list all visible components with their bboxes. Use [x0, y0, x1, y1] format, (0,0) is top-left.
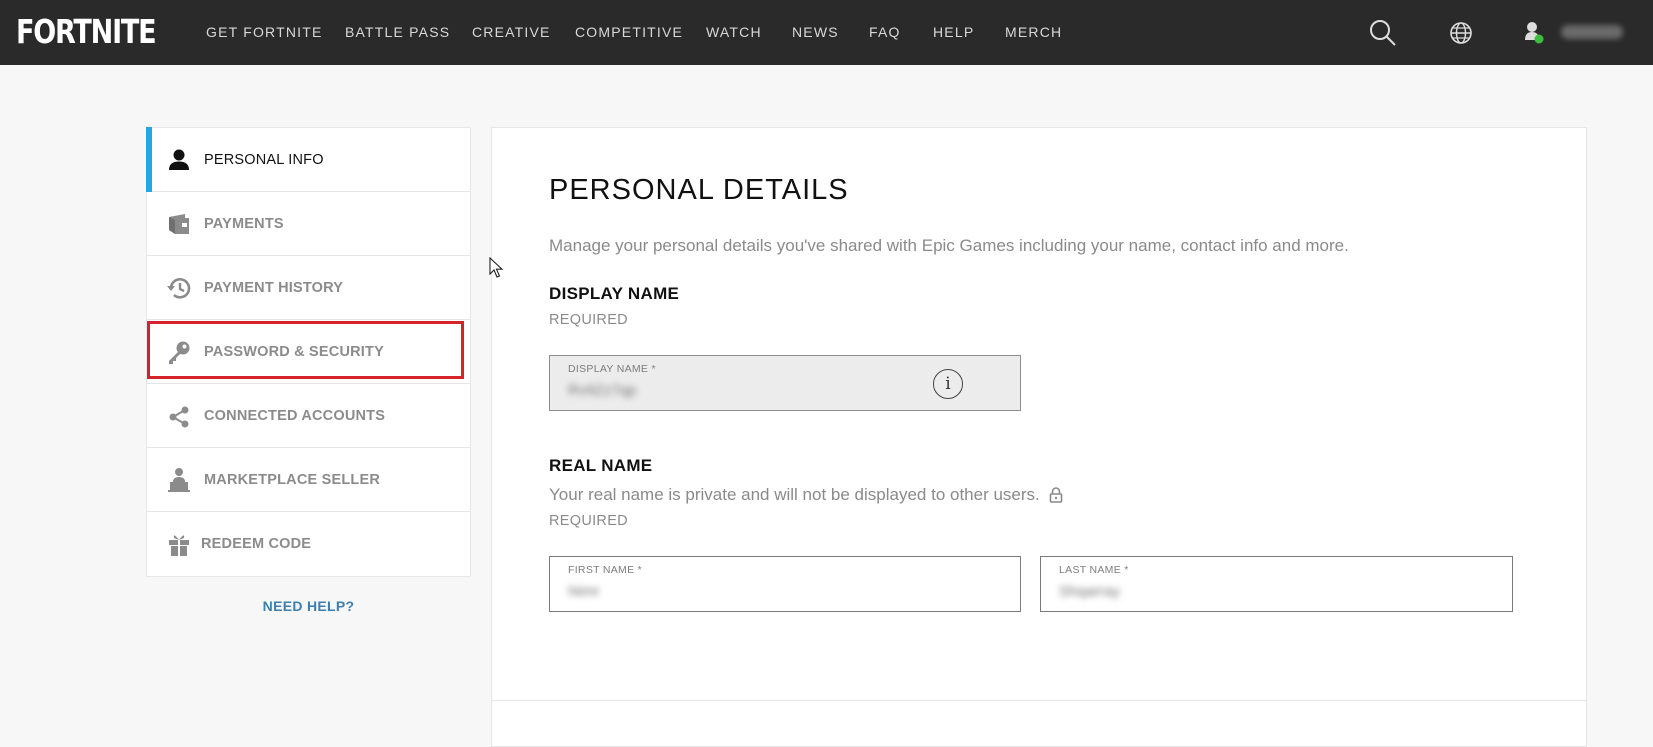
need-help-link[interactable]: NEED HELP?	[146, 598, 471, 614]
personal-details-panel: PERSONAL DETAILS Manage your personal de…	[491, 127, 1587, 747]
nav-help[interactable]: HELP	[933, 0, 974, 65]
display-name-heading: DISPLAY NAME	[549, 284, 680, 303]
sidebar-item-label: REDEEM CODE	[201, 536, 312, 552]
nav-competitive[interactable]: COMPETITIVE	[575, 0, 683, 65]
share-icon	[165, 402, 193, 430]
last-name-field[interactable]: LAST NAME * Shqarray	[1040, 556, 1513, 612]
first-name-field[interactable]: FIRST NAME * Nimr	[549, 556, 1021, 612]
nav-get-fortnite[interactable]: GET FORTNITE	[206, 0, 323, 65]
last-name-value: Shqarray	[1059, 583, 1120, 600]
mouse-pointer-icon	[489, 256, 505, 279]
globe-icon[interactable]	[1446, 18, 1476, 48]
first-name-value: Nimr	[568, 583, 600, 600]
sidebar-item-label: PASSWORD & SECURITY	[204, 344, 384, 360]
real-name-heading: REAL NAME	[549, 456, 653, 475]
sidebar-item-redeem-code[interactable]: REDEEM CODE	[147, 512, 470, 576]
seller-icon	[165, 466, 193, 494]
history-icon	[165, 274, 193, 302]
nav-watch[interactable]: WATCH	[706, 0, 762, 65]
sidebar-item-label: PAYMENT HISTORY	[204, 280, 344, 296]
sidebar-item-connected-accounts[interactable]: CONNECTED ACCOUNTS	[147, 384, 470, 448]
username-blurred[interactable]	[1561, 25, 1623, 39]
sidebar-item-payment-history[interactable]: PAYMENT HISTORY	[147, 256, 470, 320]
sidebar-item-label: CONNECTED ACCOUNTS	[204, 408, 386, 424]
search-icon[interactable]	[1368, 18, 1398, 48]
page-title: PERSONAL DETAILS	[549, 174, 849, 206]
user-status-icon[interactable]	[1522, 18, 1552, 48]
wallet-icon	[165, 210, 193, 238]
top-navigation-bar: FORTNITE GET FORTNITE BATTLE PASS CREATI…	[0, 0, 1653, 65]
sidebar-item-payments[interactable]: PAYMENTS	[147, 192, 470, 256]
display-name-field-label: DISPLAY NAME *	[568, 363, 656, 375]
nav-merch[interactable]: MERCH	[1005, 0, 1062, 65]
sidebar-item-password-security[interactable]: PASSWORD & SECURITY	[147, 320, 470, 384]
gift-icon	[165, 530, 193, 558]
lock-icon	[1049, 487, 1063, 503]
info-icon[interactable]: i	[933, 369, 963, 399]
display-name-required: REQUIRED	[549, 312, 628, 328]
nav-battle-pass[interactable]: BATTLE PASS	[345, 0, 450, 65]
person-icon	[165, 146, 193, 174]
real-name-required: REQUIRED	[549, 513, 628, 529]
key-icon	[165, 338, 193, 366]
sidebar-item-label: PERSONAL INFO	[204, 152, 324, 168]
sidebar-item-label: MARKETPLACE SELLER	[204, 472, 380, 488]
account-sidebar: PERSONAL INFO PAYMENTS PAYMENT HISTORY P…	[146, 127, 471, 577]
sidebar-item-marketplace-seller[interactable]: MARKETPLACE SELLER	[147, 448, 470, 512]
real-name-note: Your real name is private and will not b…	[549, 485, 1040, 504]
real-name-note-row: Your real name is private and will not b…	[549, 485, 1063, 505]
nav-creative[interactable]: CREATIVE	[472, 0, 551, 65]
fortnite-logo[interactable]: FORTNITE	[16, 14, 157, 50]
display-name-value: Rv9Zz7qp	[568, 382, 637, 399]
first-name-field-label: FIRST NAME *	[568, 564, 642, 576]
sidebar-item-label: PAYMENTS	[204, 216, 284, 232]
section-divider	[492, 700, 1586, 701]
sidebar-item-personal-info[interactable]: PERSONAL INFO	[146, 127, 470, 192]
nav-news[interactable]: NEWS	[792, 0, 839, 65]
display-name-field[interactable]: DISPLAY NAME * Rv9Zz7qp i	[549, 355, 1021, 411]
nav-faq[interactable]: FAQ	[869, 0, 901, 65]
page-description: Manage your personal details you've shar…	[549, 236, 1349, 255]
last-name-field-label: LAST NAME *	[1059, 564, 1129, 576]
